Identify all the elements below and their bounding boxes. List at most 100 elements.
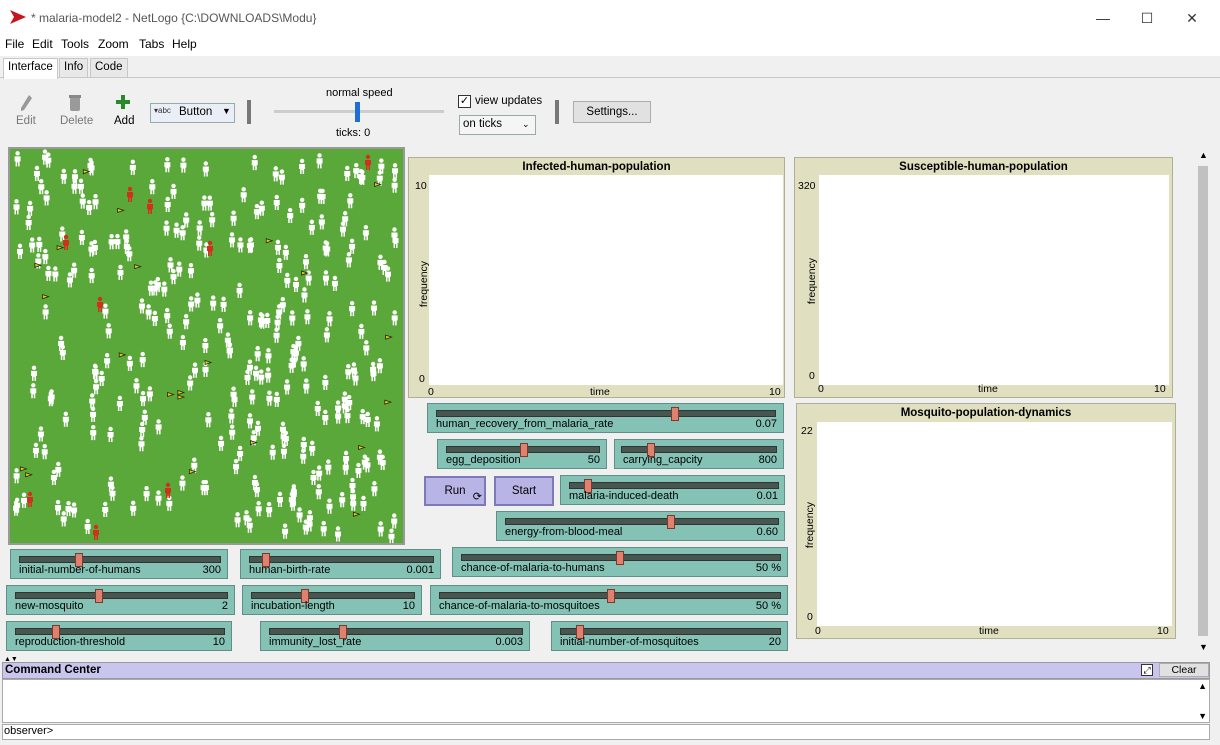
add-button[interactable]: Add <box>114 115 134 127</box>
human-agent <box>192 362 199 378</box>
x-min-label: 0 <box>428 386 434 398</box>
x-axis-label: time <box>978 383 998 395</box>
edit-button[interactable]: Edit <box>16 115 36 127</box>
slider-initial-mosquitoes[interactable]: initial-number-of-mosquitoes 20 <box>551 621 788 651</box>
slider-initial-humans[interactable]: initial-number-of-humans 300 <box>10 549 228 579</box>
human-agent <box>31 365 38 381</box>
human-agent <box>266 501 273 518</box>
human-agent <box>202 161 209 177</box>
human-agent <box>384 266 391 282</box>
slider-thumb[interactable] <box>616 551 624 565</box>
slider-incubation[interactable]: incubation-length 10 <box>242 585 422 615</box>
slider-carrying-capcity[interactable]: carrying_capcity 800 <box>614 439 784 469</box>
slider-immunity[interactable]: immunity_lost_rate 0.003 <box>260 621 530 651</box>
start-button[interactable]: Start <box>494 476 554 506</box>
title-bar: * malaria-model2 - NetLogo {C:\DOWNLOADS… <box>0 0 1220 36</box>
slider-energy-blood[interactable]: energy-from-blood-meal 0.60 <box>496 511 785 541</box>
human-agent <box>98 370 105 386</box>
menu-tabs[interactable]: Tabs <box>139 37 164 51</box>
scroll-down-icon[interactable]: ▼ <box>1198 711 1207 721</box>
settings-button[interactable]: Settings... <box>573 101 651 123</box>
expand-icon[interactable]: ⤢ <box>1141 664 1153 676</box>
slider-egg-deposition[interactable]: egg_deposition 50 <box>437 439 607 469</box>
command-input[interactable]: observer> <box>2 724 1210 740</box>
menu-tools[interactable]: Tools <box>61 37 89 51</box>
tab-info[interactable]: Info <box>59 58 89 77</box>
widget-type-select[interactable]: ▾abc Button ▼ <box>150 103 235 123</box>
scroll-up-icon[interactable]: ▲ <box>1199 150 1208 160</box>
human-agent <box>116 395 123 411</box>
menu-file[interactable]: File <box>5 37 24 51</box>
slider-chance-humans[interactable]: chance-of-malaria-to-humans 50 % <box>452 547 788 577</box>
human-agent <box>276 257 283 274</box>
human-agent <box>308 219 315 235</box>
scroll-thumb[interactable] <box>1198 166 1208 636</box>
slider-reproduction[interactable]: reproduction-threshold 10 <box>6 621 232 651</box>
run-button[interactable]: Run ⟳ <box>424 476 486 506</box>
human-agent <box>322 409 329 425</box>
mosquito-agent <box>374 181 382 187</box>
human-agent <box>322 374 329 390</box>
human-agent <box>304 309 311 325</box>
plot-area <box>817 422 1172 626</box>
speed-slider-thumb[interactable] <box>355 102 360 122</box>
view-updates-checkbox[interactable]: ✓ <box>458 95 471 108</box>
world-view[interactable] <box>8 147 405 545</box>
menu-zoom[interactable]: Zoom <box>98 37 129 51</box>
human-agent <box>280 429 287 445</box>
mosquito-agent <box>177 389 186 396</box>
slider-value: 0.07 <box>755 418 777 430</box>
human-agent <box>209 212 216 228</box>
menu-edit[interactable]: Edit <box>32 37 53 51</box>
toolbar-separator <box>555 100 559 124</box>
slider-malaria-death[interactable]: malaria-induced-death 0.01 <box>560 475 785 505</box>
x-max-label: 10 <box>769 386 781 398</box>
human-agent <box>371 481 378 497</box>
menu-help[interactable]: Help <box>172 37 197 51</box>
human-agent <box>45 265 52 281</box>
human-agent <box>300 356 307 372</box>
human-agent <box>229 232 236 248</box>
clear-button[interactable]: Clear <box>1159 663 1209 677</box>
human-agent <box>161 281 168 297</box>
mosquito-agent <box>117 207 125 213</box>
y-axis-label: frequency <box>418 260 431 308</box>
tab-code[interactable]: Code <box>90 58 128 77</box>
scroll-down-icon[interactable]: ▼ <box>1199 642 1208 652</box>
mosquito-agent <box>20 466 28 472</box>
human-agent <box>179 475 186 491</box>
slider-thumb[interactable] <box>520 443 528 457</box>
delete-button[interactable]: Delete <box>60 115 93 127</box>
slider-new-mosquito[interactable]: new-mosquito 2 <box>6 585 235 615</box>
human-agent <box>315 484 322 500</box>
vertical-scrollbar[interactable]: ▲ ▼ <box>1196 150 1210 656</box>
human-agent <box>309 440 316 456</box>
slider-thumb[interactable] <box>667 515 675 529</box>
human-agent <box>59 226 66 242</box>
slider-thumb[interactable] <box>607 589 615 603</box>
human-agent <box>310 469 317 486</box>
slider-value: 0.01 <box>756 490 778 502</box>
slider-thumb[interactable] <box>95 589 103 603</box>
maximize-button[interactable]: ☐ <box>1132 6 1162 30</box>
slider-name: malaria-induced-death <box>569 490 679 502</box>
scroll-up-icon[interactable]: ▲ <box>1198 681 1207 691</box>
human-agent <box>247 310 254 326</box>
close-button[interactable]: ✕ <box>1177 6 1207 30</box>
human-agent <box>355 462 362 479</box>
x-min-label: 0 <box>818 383 824 395</box>
human-agent <box>251 154 258 171</box>
human-agent <box>274 239 281 255</box>
slider-chance-mosquitoes[interactable]: chance-of-malaria-to-mosquitoes 50 % <box>430 585 788 615</box>
minimize-button[interactable]: — <box>1088 6 1118 30</box>
tab-interface[interactable]: Interface <box>3 58 58 79</box>
human-agent <box>79 193 86 209</box>
slider-thumb[interactable] <box>671 407 679 421</box>
human-agent <box>322 270 329 286</box>
human-agent <box>273 327 280 343</box>
slider-human-birth[interactable]: human-birth-rate 0.001 <box>240 549 441 579</box>
human-agent <box>92 193 99 210</box>
update-mode-select[interactable]: on ticks ⌄ <box>459 115 536 135</box>
slider-human-recovery[interactable]: human_recovery_from_malaria_rate 0.07 <box>427 403 784 433</box>
infected-human-agent <box>165 482 171 498</box>
